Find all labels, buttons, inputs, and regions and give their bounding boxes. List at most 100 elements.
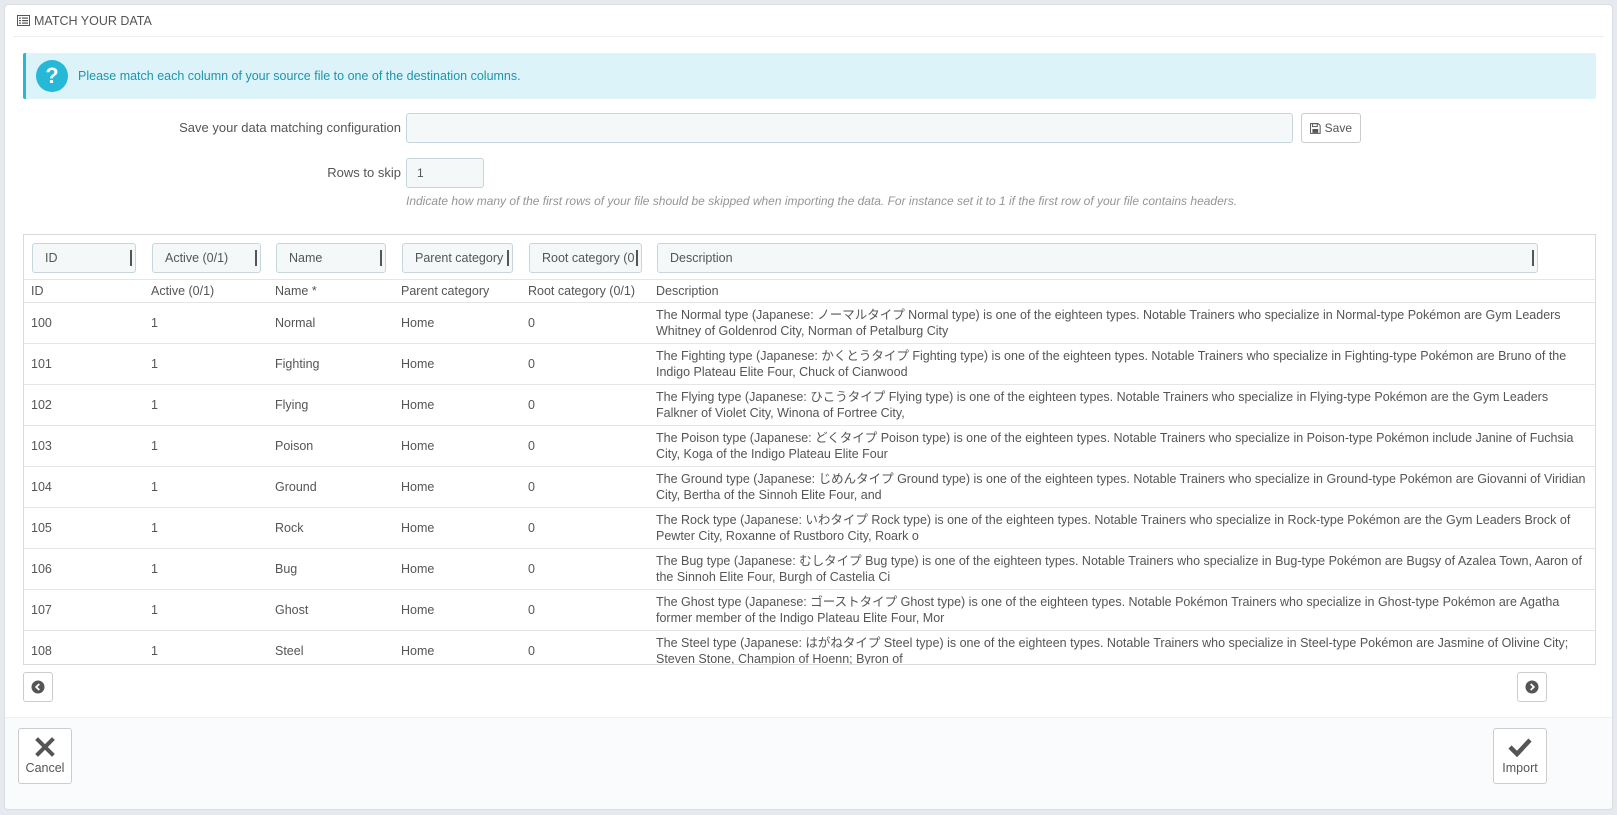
cell-id: 102 <box>24 384 144 426</box>
info-alert: ? Please match each column of your sourc… <box>23 53 1596 99</box>
panel-footer: Cancel Import <box>5 717 1612 809</box>
cell-description: The Normal type (Japanese: ノーマルタイプ Norma… <box>649 302 1595 344</box>
cell-description: The Rock type (Japanese: いわタイプ Rock type… <box>649 507 1595 549</box>
cell-root: 0 <box>521 384 649 426</box>
question-icon: ? <box>36 60 68 92</box>
select-handle <box>1531 250 1534 266</box>
cell-parent: Home <box>394 507 521 549</box>
cell-id: 106 <box>24 548 144 590</box>
cell-active: 1 <box>151 643 158 658</box>
cell-active: 1 <box>144 507 268 549</box>
save-label: Save <box>1324 121 1352 135</box>
table-row: 101 1 Fighting Home 0 The Fighting type (Japa… <box>24 343 1595 385</box>
cell-root: 0 <box>521 589 649 631</box>
cell-description: The Fighting type (Japanese: かくとうタイプ Fig… <box>649 343 1595 385</box>
select-handle <box>506 250 509 266</box>
next-columns-button[interactable] <box>1517 672 1547 702</box>
config-label: Save your data matching configuration <box>179 120 401 135</box>
cell-name: Ground <box>268 466 394 508</box>
chevron-right-circle-icon <box>1525 680 1539 694</box>
list-icon <box>17 15 30 26</box>
column-header: ID <box>24 280 144 303</box>
cancel-label: Cancel <box>25 761 65 775</box>
skip-help-text: Indicate how many of the first rows of y… <box>406 194 1238 208</box>
cell-parent: Home <box>394 466 521 508</box>
close-icon <box>35 737 55 757</box>
cell-name: Poison <box>268 425 394 467</box>
table-row: 102 1 Flying Home 0 The Flying type (Japanese… <box>24 384 1595 426</box>
cell-parent: Home <box>394 425 521 467</box>
cell-parent: Home <box>394 384 521 426</box>
match-data-panel: Match your data ? Please match each colu… <box>4 4 1613 810</box>
cell-parent: Home <box>394 548 521 590</box>
cell-id: 108 <box>31 643 52 658</box>
cell-active: 1 <box>144 466 268 508</box>
cell-id: 107 <box>24 589 144 631</box>
cancel-button[interactable]: Cancel <box>18 728 72 784</box>
config-name-input[interactable] <box>406 113 1293 143</box>
check-icon <box>1508 738 1532 757</box>
table-row: 103 1 Poison Home 0 The Poison type (Japanese… <box>24 425 1595 467</box>
column-select-2[interactable]: Active (0/1) <box>152 243 261 273</box>
cell-root: 0 <box>521 507 649 549</box>
cell-description: The Ghost type (Japanese: ゴーストタイプ Ghost … <box>649 589 1595 631</box>
cell-name: Steel <box>275 643 304 658</box>
cell-root: 0 <box>521 548 649 590</box>
column-header: Root category (0/1) <box>521 280 649 303</box>
prev-columns-button[interactable] <box>23 672 53 702</box>
cell-active: 1 <box>144 343 268 385</box>
cell-parent: Home <box>394 343 521 385</box>
cell-active: 1 <box>144 302 268 344</box>
column-select-5[interactable]: Root category (0 <box>529 243 642 273</box>
alert-text: Please match each column of your source … <box>78 69 521 83</box>
floppy-icon <box>1310 122 1321 134</box>
cell-description: The Flying type (Japanese: ひこうタイプ Flying… <box>649 384 1595 426</box>
table-row: 106 1 Bug Home 0 The Bug type (Japanese: むしタイ… <box>24 548 1595 590</box>
column-header: Active (0/1) <box>144 280 268 303</box>
cell-root: 0 <box>521 466 649 508</box>
table-row: 107 1 Ghost Home 0 The Ghost type (Japanese: … <box>24 589 1595 631</box>
cell-description: The Bug type (Japanese: むしタイプ Bug type) … <box>649 548 1595 590</box>
column-selects-row: ID Active (0/1) Name Parent category Roo… <box>24 235 1595 280</box>
save-config-button[interactable]: Save <box>1301 113 1361 143</box>
column-select-1[interactable]: ID <box>32 243 136 273</box>
cell-description: The Steel type (Japanese: はがねタイプ Steel t… <box>656 635 1569 665</box>
cell-root: 0 <box>528 643 535 658</box>
cell-name: Bug <box>268 548 394 590</box>
cell-active: 1 <box>144 384 268 426</box>
cell-name: Ghost <box>268 589 394 631</box>
cell-parent: Home <box>401 643 435 658</box>
rows-to-skip-input[interactable] <box>406 158 484 188</box>
cell-id: 104 <box>24 466 144 508</box>
cell-active: 1 <box>144 425 268 467</box>
column-select-6[interactable]: Description <box>657 243 1538 273</box>
chevron-left-circle-icon <box>31 680 45 694</box>
cell-id: 103 <box>24 425 144 467</box>
cell-name: Flying <box>268 384 394 426</box>
cell-id: 105 <box>24 507 144 549</box>
import-label: Import <box>1502 761 1538 775</box>
cell-root: 0 <box>521 302 649 344</box>
cell-root: 0 <box>521 343 649 385</box>
cell-parent: Home <box>394 589 521 631</box>
panel-heading: Match your data <box>13 5 1604 37</box>
preview-table: ID Active (0/1) Name * Parent category R… <box>24 280 1595 665</box>
skip-label: Rows to skip <box>327 165 401 180</box>
cell-name: Fighting <box>268 343 394 385</box>
data-table: ID Active (0/1) Name Parent category Roo… <box>23 234 1596 665</box>
select-handle <box>379 250 382 266</box>
import-button[interactable]: Import <box>1493 728 1547 784</box>
cell-root: 0 <box>521 425 649 467</box>
column-header: Description <box>649 280 1595 303</box>
cell-name: Normal <box>268 302 394 344</box>
cell-parent: Home <box>394 302 521 344</box>
cell-active: 1 <box>144 548 268 590</box>
column-select-4[interactable]: Parent category <box>402 243 513 273</box>
column-select-3[interactable]: Name <box>276 243 386 273</box>
cell-description: The Ground type (Japanese: じめんタイプ Ground… <box>649 466 1595 508</box>
cell-id: 100 <box>24 302 144 344</box>
panel-title: Match your data <box>34 13 152 28</box>
select-handle <box>635 250 638 266</box>
select-handle <box>129 250 132 266</box>
table-row: 100 1 Normal Home 0 The Normal type (Japanese… <box>24 302 1595 344</box>
